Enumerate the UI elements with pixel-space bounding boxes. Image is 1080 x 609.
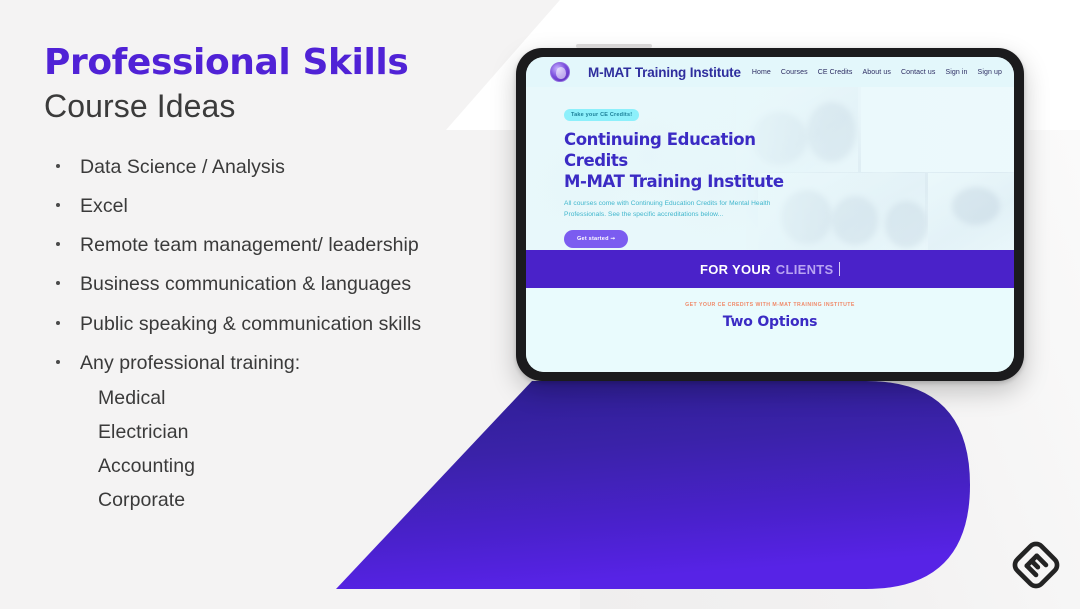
list-item: Public speaking & communication skills [44,311,464,337]
course-ideas-list: Data Science / Analysis Excel Remote tea… [44,154,464,517]
band-text-primary: FOR YOUR [700,261,771,277]
nav-item-courses[interactable]: Courses [781,69,808,76]
sub-list-item: Electrician [98,420,189,443]
nav-item-home[interactable]: Home [752,69,771,76]
site-bottom-section: GET YOUR CE CREDITS WITH M-MAT TRAINING … [526,288,1014,372]
list-item-label: Business communication & languages [80,273,412,296]
for-your-clients-band: FOR YOUR CLIENTS [526,250,1014,288]
page-title-highlight: Professional Skills [44,42,409,83]
hero-heading-line2: M-MAT Training Institute [564,172,784,192]
bullet-dot-icon [56,164,60,169]
nav-item-sign-in[interactable]: Sign in [945,69,967,76]
hero-content: Take your CE Credits! Continuing Educati… [564,103,824,248]
bullet-dot-icon [56,242,60,247]
sub-list: Medical Electrician Accounting Corporate [80,381,464,518]
hero-badge: Take your CE Credits! [564,109,640,121]
list-item-label: Data Science / Analysis [80,156,285,179]
list-item: Remote team management/ leadership [44,232,464,258]
site-nav-links: Home Courses CE Credits About us Contact… [752,69,1002,76]
slide-canvas: Professional Skills Course Ideas Data Sc… [0,0,1080,609]
nav-item-contact-us[interactable]: Contact us [901,69,935,76]
list-item: Business communication & languages [44,271,464,297]
list-item-label: Excel [80,195,128,218]
list-item-label: Remote team management/ leadership [80,234,419,257]
page-title-sub: Course Ideas [44,88,236,125]
hero-cta-label: Get started [577,235,609,242]
list-item-label: Public speaking & communication skills [80,312,422,335]
brand-logo-icon [550,62,570,82]
bullet-dot-icon [56,359,60,364]
tablet-device-mockup: M-MAT Training Institute Home Courses CE… [516,44,1024,381]
hero-heading-line1: Continuing Education Credits [564,130,756,171]
nav-item-about-us[interactable]: About us [863,69,891,76]
typing-caret-icon [838,262,840,276]
sub-list-item: Accounting [98,455,195,478]
site-brand-name: M-MAT Training Institute [588,64,741,80]
site-navbar: M-MAT Training Institute Home Courses CE… [526,57,1014,87]
list-item-label: Any professional training: [80,351,301,374]
nav-item-ce-credits[interactable]: CE Credits [818,69,853,76]
band-text-secondary: CLIENTS [775,261,834,277]
bullet-dot-icon [56,281,60,286]
nav-item-sign-up[interactable]: Sign up [978,69,1002,76]
bullet-dot-icon [56,203,60,208]
bottom-kicker-text: GET YOUR CE CREDITS WITH M-MAT TRAINING … [685,302,855,308]
hero-cta-button[interactable]: Get started ➞ [564,229,629,248]
hero-subtext: All courses come with Continuing Educati… [564,200,771,218]
list-item: Excel [44,193,464,219]
sub-list-item: Corporate [98,489,186,512]
left-text-column: Professional Skills Course Ideas Data Sc… [44,42,464,530]
tablet-screen: M-MAT Training Institute Home Courses CE… [526,57,1014,372]
diamond-brand-logo-icon [1012,541,1060,589]
arrow-right-icon: ➞ [610,235,616,242]
list-item: Any professional training: Medical Elect… [44,350,464,518]
bullet-dot-icon [56,320,60,325]
bottom-heading: Two Options [722,314,818,330]
sub-list-item: Medical [98,386,166,409]
site-hero-section: Take your CE Credits! Continuing Educati… [526,87,1014,250]
list-item: Data Science / Analysis [44,154,464,180]
